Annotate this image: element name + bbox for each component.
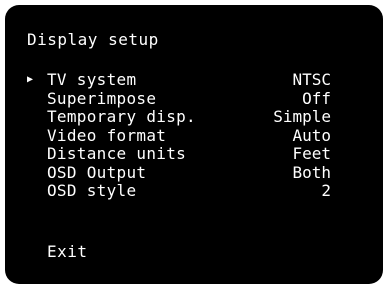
menu-item-label: OSD style (47, 181, 137, 200)
menu-item-value: NTSC (292, 70, 331, 89)
menu-item-temporary-display[interactable]: Temporary disp. Simple (27, 108, 331, 127)
menu-item-value: Auto (292, 125, 331, 145)
menu-item-osd-style[interactable]: OSD style 2 (27, 182, 331, 201)
menu-item-label: Superimpose (47, 88, 157, 108)
menu-item-tv-system[interactable]: ▶ TV system NTSC (27, 71, 331, 90)
menu-item-label: OSD Output (47, 162, 147, 182)
menu-item-osd-output[interactable]: OSD Output Both (27, 162, 331, 183)
menu-item-value: Both (292, 162, 331, 182)
selection-cursor-icon: ▶ (27, 74, 34, 85)
menu-title: Display setup (27, 30, 159, 49)
menu-item-distance-units[interactable]: Distance units Feet (27, 145, 331, 164)
exit-menu-item[interactable]: Exit (47, 243, 88, 261)
menu-item-video-format[interactable]: Video format Auto (27, 125, 331, 146)
settings-menu: ▶ TV system NTSC Superimpose Off Tempora… (27, 71, 331, 201)
menu-item-label: Temporary disp. (47, 107, 196, 126)
menu-item-value: Simple (273, 107, 331, 126)
menu-item-label: TV system (47, 70, 137, 89)
menu-item-value: 2 (321, 181, 331, 200)
menu-item-value: Off (302, 88, 331, 108)
menu-item-label: Distance units (47, 144, 187, 163)
menu-item-value: Feet (292, 144, 331, 163)
menu-item-superimpose[interactable]: Superimpose Off (27, 88, 331, 109)
osd-screen: Display setup ▶ TV system NTSC Superimpo… (5, 5, 383, 284)
menu-item-label: Video format (47, 125, 167, 145)
